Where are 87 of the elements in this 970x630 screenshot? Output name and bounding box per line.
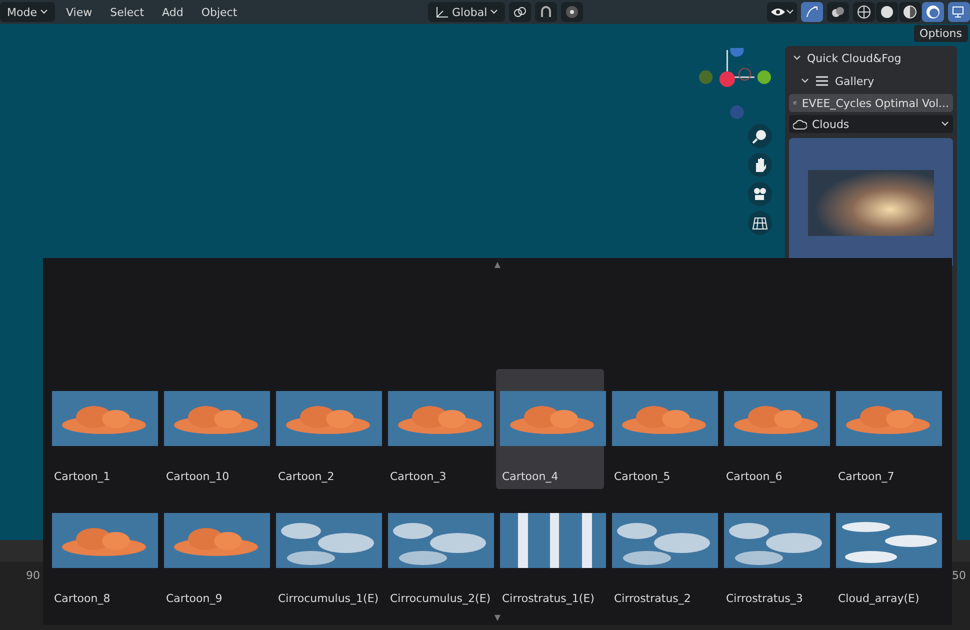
gallery-item[interactable]: Cirrocumulus_2(E) bbox=[384, 491, 492, 611]
proportional-edit-button[interactable] bbox=[561, 2, 584, 22]
item-label: Cartoon_6 bbox=[725, 470, 784, 483]
item-label: Cartoon_4 bbox=[501, 470, 560, 483]
item-label: Cartoon_1 bbox=[53, 470, 112, 483]
menu-item[interactable]: View bbox=[58, 2, 100, 22]
options-tooltip: Options bbox=[914, 25, 968, 42]
gallery-item[interactable]: Cartoon_2 bbox=[272, 369, 380, 489]
item-label: Cartoon_8 bbox=[53, 592, 112, 605]
caret-icon bbox=[40, 9, 48, 15]
half-sphere-icon bbox=[903, 5, 917, 19]
grid-icon bbox=[752, 215, 768, 231]
eye-icon bbox=[770, 6, 786, 18]
gallery-item[interactable]: Cloud_array(E) bbox=[832, 491, 940, 611]
shading-mode-button[interactable] bbox=[899, 2, 921, 22]
camera-icon bbox=[752, 186, 768, 202]
monitor-icon bbox=[952, 5, 966, 19]
category-dropdown[interactable]: Clouds bbox=[789, 115, 953, 133]
caret-icon bbox=[801, 78, 809, 84]
caret-icon bbox=[786, 9, 794, 15]
gallery-item[interactable]: Cartoon_6 bbox=[720, 369, 828, 489]
gallery-item[interactable]: Cartoon_9 bbox=[160, 491, 268, 611]
pivot-button[interactable] bbox=[509, 2, 532, 22]
navigation-button[interactable] bbox=[748, 124, 772, 148]
shading-mode-button[interactable] bbox=[922, 2, 944, 22]
gizmo-toggle-button[interactable] bbox=[801, 2, 823, 22]
item-label: Cirrocumulus_2(E) bbox=[389, 592, 490, 605]
gallery-subpanel-header[interactable]: Gallery bbox=[789, 71, 953, 91]
preset-button[interactable]: EVEE_Cycles Optimal Vol... bbox=[789, 94, 953, 112]
item-label: Cartoon_7 bbox=[837, 470, 896, 483]
visibility-button[interactable] bbox=[767, 2, 797, 22]
frame-number: 90 bbox=[26, 568, 40, 582]
display-mode-button[interactable] bbox=[948, 2, 970, 22]
wireframe-sphere-icon bbox=[857, 5, 871, 19]
navigation-button[interactable] bbox=[748, 153, 772, 177]
shaded-sphere-icon bbox=[926, 5, 940, 19]
circle-dot-icon bbox=[565, 5, 580, 19]
item-label: Cartoon_2 bbox=[277, 470, 336, 483]
scroll-down-arrow[interactable]: ▼ bbox=[494, 613, 501, 623]
link-icon bbox=[513, 6, 528, 18]
orientation-dropdown[interactable]: Global bbox=[428, 2, 506, 22]
shading-mode-button[interactable] bbox=[876, 2, 898, 22]
snap-button[interactable] bbox=[535, 2, 558, 22]
axes-icon bbox=[435, 6, 450, 18]
gallery-item[interactable]: Cartoon_8 bbox=[48, 491, 156, 611]
item-label: Cirrostratus_3 bbox=[725, 592, 804, 605]
caret-icon bbox=[490, 9, 498, 15]
item-label: Cartoon_3 bbox=[389, 470, 448, 483]
item-label: Cirrostratus_1(E) bbox=[501, 592, 596, 605]
zoom-icon bbox=[752, 128, 768, 144]
gallery-item[interactable]: Cartoon_5 bbox=[608, 369, 716, 489]
caret-icon bbox=[941, 121, 949, 127]
subpanel-title: Gallery bbox=[835, 74, 874, 88]
gallery-item[interactable]: Cirrostratus_1(E) bbox=[496, 491, 604, 611]
gallery-item[interactable]: Cartoon_1 bbox=[48, 369, 156, 489]
gallery-item[interactable]: Cartoon_4 bbox=[496, 369, 604, 489]
gallery-item[interactable]: Cartoon_3 bbox=[384, 369, 492, 489]
overlapping-circles-icon bbox=[831, 5, 845, 19]
frame-number: 50 bbox=[952, 568, 966, 582]
panel-title: Quick Cloud&Fog bbox=[807, 52, 902, 64]
menu-item[interactable]: Object bbox=[194, 2, 244, 22]
menu-item[interactable]: Select bbox=[103, 2, 152, 22]
overlays-button[interactable] bbox=[827, 2, 849, 22]
shading-mode-button[interactable] bbox=[853, 2, 875, 22]
item-label: Cartoon_5 bbox=[613, 470, 672, 483]
arrow-curve-icon bbox=[805, 5, 819, 19]
cloud-icon bbox=[793, 118, 807, 130]
solid-sphere-icon bbox=[880, 5, 894, 19]
gallery-item[interactable]: Cartoon_10 bbox=[160, 369, 268, 489]
gallery-item[interactable]: Cartoon_7 bbox=[832, 369, 940, 489]
caret-icon bbox=[793, 55, 801, 61]
gallery-item[interactable]: Cirrocumulus_1(E) bbox=[272, 491, 380, 611]
gallery-item[interactable]: Cirrostratus_3 bbox=[720, 491, 828, 611]
magnet-icon bbox=[539, 6, 554, 18]
menu-icon bbox=[815, 75, 829, 87]
menu-item[interactable]: Add bbox=[155, 2, 190, 22]
item-label: Cartoon_10 bbox=[165, 470, 230, 483]
item-label: Cartoon_9 bbox=[165, 592, 224, 605]
scroll-up-arrow[interactable]: ▲ bbox=[494, 260, 501, 270]
item-label: Cloud_array(E) bbox=[837, 592, 920, 605]
navigation-button[interactable] bbox=[748, 211, 772, 235]
panel-header[interactable]: Quick Cloud&Fog bbox=[789, 48, 953, 68]
item-label: Cirrocumulus_1(E) bbox=[277, 592, 378, 605]
mode-dropdown[interactable]: Mode bbox=[0, 2, 55, 22]
item-label: Cirrostratus_2 bbox=[613, 592, 692, 605]
navigation-button[interactable] bbox=[748, 182, 772, 206]
gallery-item[interactable]: Cirrostratus_2 bbox=[608, 491, 716, 611]
